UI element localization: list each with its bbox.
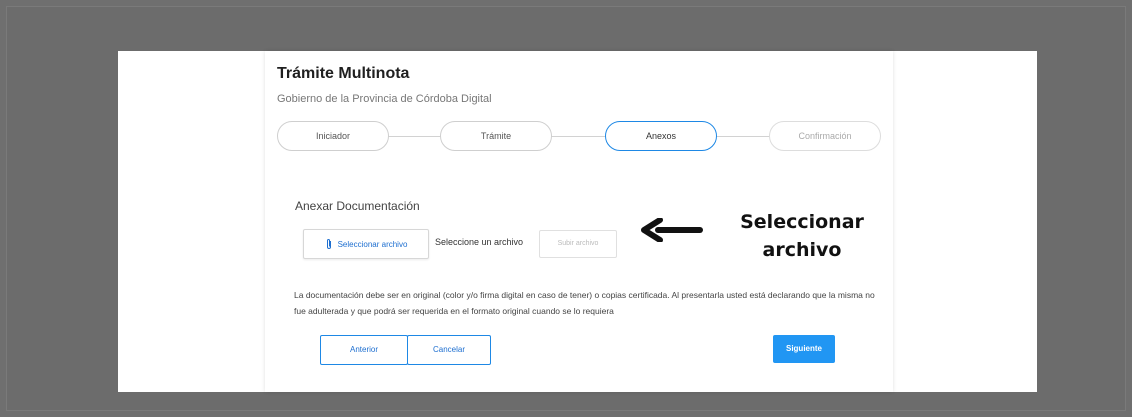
arrow-left-icon [641, 218, 703, 242]
select-file-label: Seleccionar archivo [337, 239, 408, 249]
step-iniciador[interactable]: Iniciador [277, 121, 389, 151]
file-status-text: Seleccione un archivo [435, 237, 524, 247]
upload-file-button[interactable]: Subir archivo [539, 230, 617, 258]
step-confirmacion: Confirmación [769, 121, 881, 151]
stepper-connector [337, 136, 833, 137]
presentation-frame: Trámite Multinota Gobierno de la Provinc… [6, 6, 1126, 411]
page-title: Trámite Multinota [277, 65, 410, 82]
cancel-button[interactable]: Cancelar [407, 335, 491, 365]
page-subtitle: Gobierno de la Provincia de Córdoba Digi… [277, 93, 492, 105]
document-notice: La documentación debe ser en original (c… [294, 290, 875, 316]
attachments-section-title: Anexar Documentación [295, 199, 420, 213]
step-tramite[interactable]: Trámite [440, 121, 552, 151]
stepper: Iniciador Trámite Anexos Confirmación [277, 121, 893, 153]
step-anexos[interactable]: Anexos [605, 121, 717, 151]
next-button[interactable]: Siguiente [773, 335, 835, 363]
paperclip-icon [326, 239, 331, 249]
upload-row: Seleccionar archivo Seleccione un archiv… [303, 229, 623, 259]
slide-canvas: Trámite Multinota Gobierno de la Provinc… [118, 51, 1037, 392]
annotation-line-1: Seleccionar [740, 211, 864, 233]
annotation-callout: Seleccionar archivo [726, 208, 878, 264]
select-file-button[interactable]: Seleccionar archivo [303, 229, 429, 259]
annotation-line-2: archivo [762, 239, 842, 261]
previous-button[interactable]: Anterior [320, 335, 408, 365]
